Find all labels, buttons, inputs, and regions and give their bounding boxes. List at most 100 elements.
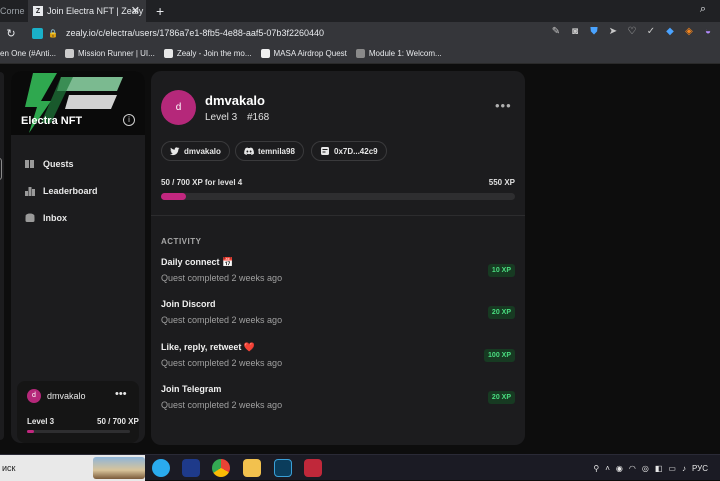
wifi-icon[interactable]: ◠ [629,464,636,473]
activity-title: Daily connect 📅 [161,257,234,267]
quests-icon [25,160,34,168]
volume-icon[interactable]: ♪ [682,464,686,473]
lock-icon[interactable]: 🔒 [48,29,58,38]
chrome-tray-icon[interactable]: ◎ [642,464,649,473]
user-xp-bar-fill [27,430,35,433]
community-banner[interactable]: Electra NFT i [11,71,145,135]
os-taskbar: иск ⚲ ˄ ◉ ◠ ◎ ◧ ▭ ♪ РУС [0,454,720,481]
network-person-icon[interactable]: ⚲ [593,464,599,473]
browser-app-icon[interactable] [274,459,292,477]
extension-icon[interactable]: ◒ [702,26,714,37]
community-rail [0,72,4,440]
media-app-icon[interactable] [304,459,322,477]
activity-subtitle: Quest completed 2 weeks ago [161,400,283,410]
language-indicator[interactable]: РУС [692,464,708,473]
profile-rank: #168 [247,112,270,123]
metamask-icon[interactable]: ◈ [683,26,695,37]
activity-title: Join Discord [161,299,216,309]
xp-badge: 20 XP [487,391,515,404]
heart-icon[interactable]: ♡ [626,26,638,37]
telegram-icon[interactable] [152,459,170,477]
steam-icon[interactable]: ◉ [616,464,623,473]
browser-tab-bar: Corne Z Join Electra NFT | Zealy ✕ + ⌕ [0,0,720,22]
activity-subtitle: Quest completed 2 weeks ago [161,358,283,368]
xp-badge: 100 XP [484,349,515,362]
bookmark-item[interactable]: Zealy - Join the mo... [163,49,252,58]
community-name: Electra NFT [21,115,83,127]
nav-label: Quests [43,159,74,169]
user-card[interactable]: d dmvakalo ••• Level 3 50 / 700 XP [17,381,139,443]
page-content: Electra NFT i Quests Leaderboard Inbox d… [0,64,720,454]
activity-subtitle: Quest completed 2 weeks ago [161,315,283,325]
reload-icon[interactable]: ↻ [0,27,22,40]
xp-progress-bar [161,193,515,200]
monitor-icon[interactable]: ▭ [668,464,676,473]
site-info-icon[interactable] [32,27,43,39]
nav-label: Inbox [43,213,67,223]
xp-badge: 10 XP [487,264,515,277]
file-explorer-icon[interactable] [243,459,261,477]
send-icon[interactable]: ➤ [607,26,619,37]
extensions-row: ✎ ◙ ⛊ ➤ ♡ ✓ ◆ ◈ ◒ [550,26,714,37]
activity-title: Like, reply, retweet ❤️ [161,342,256,352]
nav-item-quests[interactable]: Quests [25,155,74,173]
bookmarks-bar: en One (#Anti... Mission Runner | UI... … [0,44,720,64]
system-tray: ⚲ ˄ ◉ ◠ ◎ ◧ ▭ ♪ РУС [593,455,720,481]
bookmark-item[interactable]: Module 1: Welcom... [355,49,442,58]
bookmark-item[interactable]: en One (#Anti... [0,49,56,58]
wallet-link-chip[interactable]: 0x7D...42c9 [311,141,387,161]
profile-username: dmvakalo [205,93,265,108]
activity-heading: ACTIVITY [161,237,202,246]
user-xp: 50 / 700 XP [97,417,139,426]
avatar[interactable]: d [27,389,41,403]
community-sidebar: Electra NFT i Quests Leaderboard Inbox d… [11,71,145,443]
chevron-up-icon[interactable]: ˄ [605,464,610,473]
shield-bookmark-icon [65,49,75,58]
user-name: dmvakalo [47,391,86,401]
twitter-icon [170,147,180,156]
profile-panel: d dmvakalo Level 3 #168 ••• dmvakalo tem… [151,71,525,445]
tab-previous[interactable]: Corne [0,6,28,16]
discord-link-chip[interactable]: temnila98 [235,141,304,161]
tab-active[interactable]: Z Join Electra NFT | Zealy ✕ [28,0,146,22]
nav-label: Leaderboard [43,186,98,196]
search-highlight-image [93,457,145,479]
app-tray-icon[interactable]: ◧ [655,464,663,473]
leaderboard-icon [25,187,35,196]
activity-item: Join Telegram Quest completed 2 weeks ag… [161,384,515,418]
masa-bookmark-icon [260,49,270,58]
bookmark-item[interactable]: MASA Airdrop Quest [260,49,347,58]
xp-progress-label: 50 / 700 XP for level 4 [161,178,243,187]
zealy-bookmark-icon [163,49,173,58]
xp-badge: 20 XP [487,306,515,319]
edit-icon[interactable]: ✎ [550,26,562,37]
user-level: Level 3 [27,417,55,426]
more-options-icon[interactable]: ••• [115,388,127,400]
more-options-icon[interactable]: ••• [495,98,512,113]
zealy-favicon-icon: Z [33,6,43,16]
bookmark-item[interactable]: Mission Runner | UI... [65,49,155,58]
xp-progress-bar-fill [161,193,187,200]
taskbar-search[interactable]: иск [0,455,145,481]
activity-item: Like, reply, retweet ❤️ Quest completed … [161,342,515,376]
check-icon[interactable]: ✓ [645,26,657,37]
xp-next-level: 550 XP [488,178,515,187]
twitter-link-chip[interactable]: dmvakalo [161,141,230,161]
url-text[interactable]: zealy.io/c/electra/users/1786a7e1-8fb5-4… [66,28,324,38]
nav-item-leaderboard[interactable]: Leaderboard [25,182,98,200]
vpn-app-icon[interactable] [182,459,200,477]
rail-indicator [0,158,2,180]
activity-title: Join Telegram [161,384,222,394]
discord-icon [244,147,254,155]
tab-title: Join Electra NFT | Zealy [47,6,144,16]
close-tab-icon[interactable]: ✕ [131,4,140,17]
info-icon[interactable]: i [123,114,135,126]
nav-item-inbox[interactable]: Inbox [25,209,67,227]
new-tab-icon[interactable]: + [156,3,164,19]
camera-icon[interactable]: ◙ [569,26,581,37]
chrome-icon[interactable] [212,459,230,477]
activity-item: Join Discord Quest completed 2 weeks ago… [161,299,515,333]
shield-icon[interactable]: ⛊ [588,26,600,37]
vpn-icon[interactable]: ◆ [664,26,676,37]
tab-search-icon[interactable]: ⌕ [700,3,706,16]
